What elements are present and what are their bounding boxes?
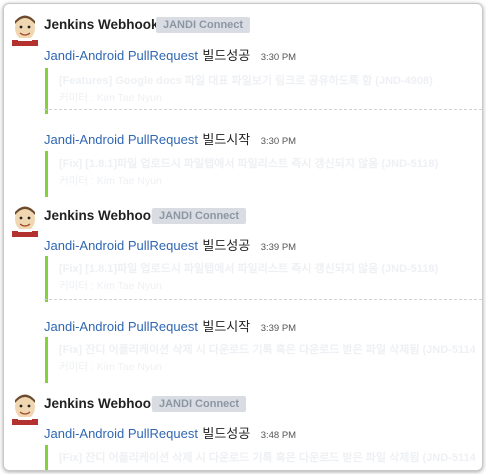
- message-divider: [44, 299, 482, 300]
- attachment-card: [Features] Google docs 파일 대표 파일보기 링크로 공유…: [45, 68, 475, 114]
- jenkins-avatar-icon[interactable]: [12, 14, 38, 46]
- attachment-committer: 커미터 : Kim Tae Nyun: [59, 175, 162, 187]
- attachment-card: [Fix] [1.8.1]파일 업로드시 파일탭에서 파일리스트 즉시 갱신되지…: [45, 151, 475, 197]
- build-status: 빌드성공: [202, 48, 251, 63]
- build-status: 빌드시작: [202, 132, 251, 147]
- attachment-bar: [45, 337, 48, 383]
- message-line: Jandi-Android PullRequest 빌드성공 3:39 PM: [44, 235, 482, 253]
- attachment-title[interactable]: [Fix] 잔디 어플리케이션 삭제 시 다운로드 기록 혹은 다운로드 받은 …: [59, 341, 475, 357]
- build-status: 빌드성공: [202, 238, 251, 253]
- attachment-committer: 커미터 : Kim Tae Nyun: [59, 361, 162, 373]
- attachment-title[interactable]: [Fix] 잔디 어플리케이션 삭제 시 다운로드 기록 혹은 다운로드 받은 …: [59, 449, 475, 465]
- message-line: Jandi-Android PullRequest 빌드성공 3:48 PM: [44, 423, 482, 441]
- connect-badge: JANDI Connect: [156, 17, 251, 33]
- attachment-title[interactable]: [Features] Google docs 파일 대표 파일보기 링크로 공유…: [59, 72, 475, 88]
- repo-link[interactable]: Jandi-Android PullRequest: [44, 319, 198, 334]
- message-line: Jandi-Android PullRequest 빌드시작 3:39 PM: [44, 316, 482, 334]
- attachment-bar: [45, 445, 48, 470]
- message-time: 3:48 PM: [260, 430, 297, 441]
- message-time: 3:39 PM: [260, 242, 297, 253]
- chat-window: Jenkins Webhook JANDI Connect Jandi-Andr…: [3, 3, 483, 471]
- build-status: 빌드성공: [202, 426, 251, 441]
- attachment-card: [Fix] 잔디 어플리케이션 삭제 시 다운로드 기록 혹은 다운로드 받은 …: [45, 445, 475, 470]
- message-time: 3:39 PM: [260, 323, 297, 334]
- jenkins-avatar-icon[interactable]: [12, 393, 38, 425]
- repo-link[interactable]: Jandi-Android PullRequest: [44, 426, 198, 441]
- attachment-card: [Fix] [1.8.1]파일 업로드시 파일탭에서 파일리스트 즉시 갱신되지…: [45, 256, 475, 302]
- message-line: Jandi-Android PullRequest 빌드성공 3:30 PM: [44, 45, 482, 63]
- attachment-title[interactable]: [Fix] [1.8.1]파일 업로드시 파일탭에서 파일리스트 즉시 갱신되지…: [59, 155, 475, 171]
- sender-name[interactable]: Jenkins Webhook: [44, 396, 159, 411]
- connect-badge: JANDI Connect: [152, 396, 247, 412]
- repo-link[interactable]: Jandi-Android PullRequest: [44, 238, 198, 253]
- attachment-bar: [45, 256, 48, 302]
- repo-link[interactable]: Jandi-Android PullRequest: [44, 132, 198, 147]
- attachment-bar: [45, 151, 48, 197]
- message-divider: [44, 109, 482, 110]
- build-status: 빌드시작: [202, 319, 251, 334]
- repo-link[interactable]: Jandi-Android PullRequest: [44, 48, 198, 63]
- message-header: Jenkins Webhook JANDI Connect: [4, 10, 482, 50]
- sender-name[interactable]: Jenkins Webhook: [44, 208, 159, 223]
- jenkins-avatar-icon[interactable]: [12, 205, 38, 237]
- message-time: 3:30 PM: [260, 52, 297, 63]
- attachment-card: [Fix] 잔디 어플리케이션 삭제 시 다운로드 기록 혹은 다운로드 받은 …: [45, 337, 475, 383]
- attachment-title[interactable]: [Fix] [1.8.1]파일 업로드시 파일탭에서 파일리스트 즉시 갱신되지…: [59, 260, 475, 276]
- sender-name[interactable]: Jenkins Webhook: [44, 17, 159, 32]
- connect-badge: JANDI Connect: [152, 208, 247, 224]
- message-time: 3:30 PM: [260, 136, 297, 147]
- attachment-committer: 커미터 : Kim Tae Nyun: [59, 92, 162, 104]
- message-line: Jandi-Android PullRequest 빌드시작 3:30 PM: [44, 129, 482, 147]
- attachment-bar: [45, 68, 48, 114]
- attachment-committer: 커미터 : Kim Tae Nyun: [59, 280, 162, 292]
